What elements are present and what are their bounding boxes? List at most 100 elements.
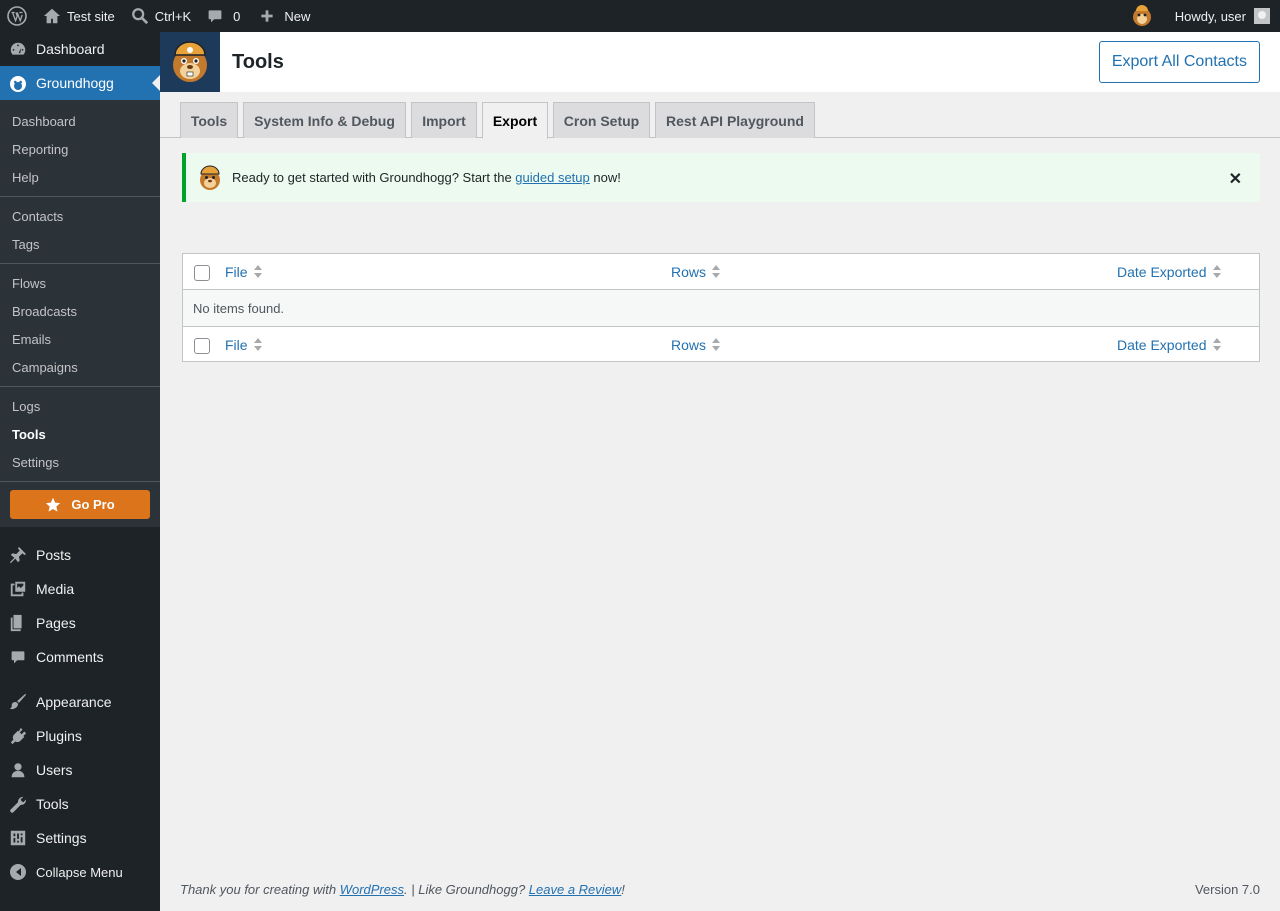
submenu-contacts[interactable]: Contacts [0,202,160,230]
menu-dashboard[interactable]: Dashboard [0,32,160,66]
sort-arrows-icon [1212,338,1221,352]
submenu-dashboard[interactable]: Dashboard [0,107,160,135]
groundhogg-logo [160,32,220,92]
submenu-reporting[interactable]: Reporting [0,135,160,163]
submenu-emails[interactable]: Emails [0,325,160,353]
guided-setup-link[interactable]: guided setup [515,170,589,185]
menu-posts[interactable]: Posts [0,538,160,572]
wordpress-logo-button[interactable] [0,0,35,32]
select-all-checkbox[interactable] [194,265,210,281]
submenu-help[interactable]: Help [0,163,160,191]
brush-icon [8,692,28,712]
comments-count: 0 [233,8,241,24]
column-rows-header[interactable]: Rows [671,264,721,280]
submenu-separator [0,386,160,387]
submenu-logs[interactable]: Logs [0,392,160,420]
search-icon [131,8,148,25]
submenu-tags[interactable]: Tags [0,230,160,258]
submenu-separator [0,481,160,482]
sort-arrows-icon [712,338,721,352]
footer-thanks-mid: . | Like Groundhogg? [404,882,529,897]
tab-import[interactable]: Import [411,102,477,138]
menu-comments-label: Comments [36,649,104,665]
column-date-exported-header[interactable]: Date Exported [1117,264,1221,280]
menu-settings[interactable]: Settings [0,821,160,855]
tab-rest-api-playground[interactable]: Rest API Playground [655,102,815,138]
menu-groundhogg-label: Groundhogg [36,75,114,91]
dismiss-notice-button[interactable]: ✕ [1229,169,1242,189]
submenu-broadcasts[interactable]: Broadcasts [0,297,160,325]
new-content-button[interactable]: New [252,0,318,32]
comment-bubble-icon [208,10,222,23]
submenu-settings[interactable]: Settings [0,448,160,476]
dashboard-icon [8,39,28,59]
comments-icon [8,647,28,667]
leave-review-link[interactable]: Leave a Review [529,882,622,897]
menu-plugins-label: Plugins [36,728,82,744]
nav-tab-wrapper: Tools System Info & Debug Import Export … [160,92,1280,139]
column-file-header[interactable]: File [225,337,262,353]
my-account-link[interactable]: Howdy, user [1167,0,1280,32]
groundhogg-adminbar-button[interactable] [1123,0,1167,32]
media-icon [8,579,28,599]
command-search-button[interactable]: Ctrl+K [123,0,199,32]
column-file-label: File [225,264,248,280]
menu-posts-label: Posts [36,547,72,563]
pages-icon [8,613,28,633]
select-all-checkbox[interactable] [194,338,210,354]
column-date-exported-header[interactable]: Date Exported [1117,337,1221,353]
comments-link[interactable]: 0 [199,0,248,32]
site-name-link[interactable]: Test site [35,0,123,32]
wrench-icon [8,794,28,814]
submenu-separator [0,263,160,264]
sort-arrows-icon [712,265,721,279]
setup-notice: Ready to get started with Groundhogg? St… [182,153,1260,202]
collapse-menu-button[interactable]: Collapse Menu [0,855,160,889]
new-label: New [284,8,311,24]
submenu-campaigns[interactable]: Campaigns [0,353,160,381]
menu-comments[interactable]: Comments [0,640,160,674]
tab-system-info-debug[interactable]: System Info & Debug [243,102,406,138]
column-rows-header[interactable]: Rows [671,337,721,353]
table-header-row: File Rows Date Exported [183,254,1259,290]
admin-bar: Test site Ctrl+K 0 New Howdy, user [0,0,1280,32]
column-rows-label: Rows [671,337,707,353]
notice-text-after: now! [589,170,621,185]
submenu-flows[interactable]: Flows [0,269,160,297]
wordpress-link[interactable]: WordPress [340,882,404,897]
groundhogg-mascot-icon [173,41,207,82]
menu-settings-label: Settings [36,830,87,846]
site-name: Test site [67,8,115,24]
sort-arrows-icon [253,338,262,352]
plus-icon [261,10,274,22]
column-date-exported-label: Date Exported [1117,337,1207,353]
tab-tools[interactable]: Tools [180,102,238,138]
collapse-menu-label: Collapse Menu [36,864,123,880]
menu-tools[interactable]: Tools [0,787,160,821]
go-pro-wrapper: Go Pro [0,486,160,527]
wordpress-icon [7,6,27,26]
groundhogg-icon [8,73,28,93]
table-row: No items found. [183,290,1259,326]
groundhogg-mascot-icon [200,165,220,190]
menu-plugins[interactable]: Plugins [0,719,160,753]
menu-dashboard-label: Dashboard [36,41,105,57]
export-all-contacts-button[interactable]: Export All Contacts [1098,41,1260,83]
tab-export[interactable]: Export [482,102,548,139]
column-date-exported-label: Date Exported [1117,264,1207,280]
submenu-tools[interactable]: Tools [0,420,160,448]
menu-users[interactable]: Users [0,753,160,787]
menu-groundhogg[interactable]: Groundhogg [0,66,160,100]
menu-appearance[interactable]: Appearance [0,685,160,719]
footer-thanks: Thank you for creating with WordPress. |… [180,882,625,897]
home-icon [43,8,61,24]
tab-cron-setup[interactable]: Cron Setup [553,102,650,138]
sort-arrows-icon [253,265,262,279]
menu-media[interactable]: Media [0,572,160,606]
menu-pages[interactable]: Pages [0,606,160,640]
user-icon [8,760,28,780]
column-file-header[interactable]: File [225,264,262,280]
greeting: Howdy, user [1174,8,1246,24]
version-text: Version 7.0 [1194,882,1260,897]
go-pro-button[interactable]: Go Pro [10,490,150,519]
